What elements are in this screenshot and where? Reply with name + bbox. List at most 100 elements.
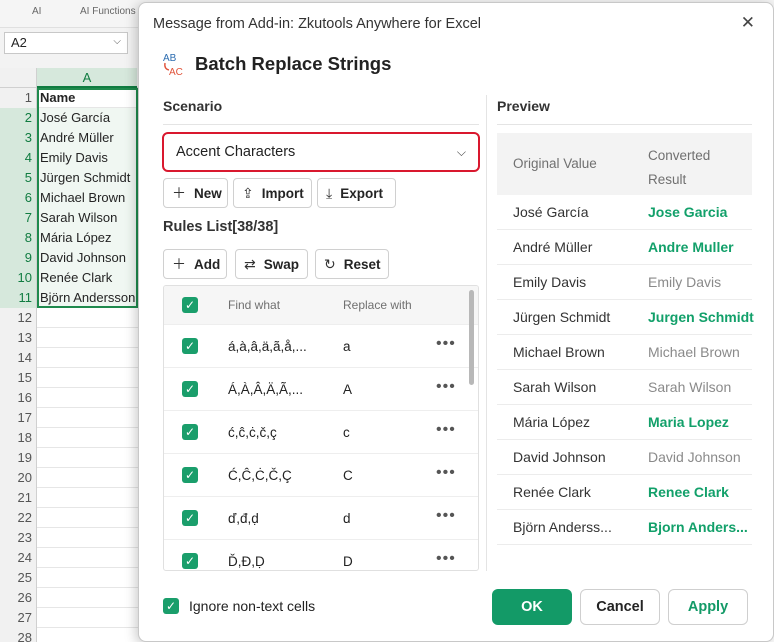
rules-scrollbar[interactable]: [469, 290, 474, 385]
rule-checkbox[interactable]: ✓: [182, 467, 198, 483]
row-number[interactable]: 9: [0, 248, 37, 268]
cell-a4[interactable]: Emily Davis: [38, 148, 138, 168]
cell-a23[interactable]: [38, 528, 138, 548]
cell-a16[interactable]: [38, 388, 138, 408]
rule-checkbox[interactable]: ✓: [182, 338, 198, 354]
cell-a22[interactable]: [38, 508, 138, 528]
swap-button[interactable]: ⇄ Swap: [235, 249, 308, 279]
row-number[interactable]: 28: [0, 628, 37, 642]
row-number[interactable]: 14: [0, 348, 37, 368]
row-number[interactable]: 15: [0, 368, 37, 388]
ribbon-tab-ai[interactable]: AI: [32, 6, 41, 17]
more-options-icon[interactable]: •••: [436, 335, 456, 353]
rule-checkbox[interactable]: ✓: [182, 510, 198, 526]
rule-find-what[interactable]: Ď,Đ,Ḍ: [228, 554, 265, 569]
select-all-corner[interactable]: [0, 68, 37, 88]
row-number[interactable]: 23: [0, 528, 37, 548]
cell-a12[interactable]: [38, 308, 138, 328]
rule-replace-with[interactable]: a: [343, 339, 351, 354]
row-number[interactable]: 12: [0, 308, 37, 328]
ok-button[interactable]: OK: [492, 589, 572, 625]
cell-a20[interactable]: [38, 468, 138, 488]
rule-replace-with[interactable]: D: [343, 554, 353, 569]
cell-a5[interactable]: Jürgen Schmidt: [38, 168, 138, 188]
rule-replace-with[interactable]: c: [343, 425, 350, 440]
more-options-icon[interactable]: •••: [436, 507, 456, 525]
row-number[interactable]: 1: [0, 88, 37, 108]
apply-button[interactable]: Apply: [668, 589, 748, 625]
cancel-button[interactable]: Cancel: [580, 589, 660, 625]
row-number[interactable]: 7: [0, 208, 37, 228]
row-number[interactable]: 26: [0, 588, 37, 608]
cell-a28[interactable]: [38, 628, 138, 642]
row-number[interactable]: 5: [0, 168, 37, 188]
cell-a1[interactable]: Name: [38, 88, 138, 108]
cell-a24[interactable]: [38, 548, 138, 568]
rule-find-what[interactable]: ď,đ,ḍ: [228, 511, 259, 526]
row-number[interactable]: 18: [0, 428, 37, 448]
cell-a11[interactable]: Björn Andersson: [38, 288, 138, 308]
cell-a13[interactable]: [38, 328, 138, 348]
new-scenario-button[interactable]: ＋ New: [163, 178, 228, 208]
cell-a3[interactable]: André Müller: [38, 128, 138, 148]
more-options-icon[interactable]: •••: [436, 550, 456, 568]
cell-a10[interactable]: Renée Clark: [38, 268, 138, 288]
more-options-icon[interactable]: •••: [436, 421, 456, 439]
rule-find-what[interactable]: Ć,Ĉ,Ċ,Č,Ç: [228, 468, 292, 483]
cell-a19[interactable]: [38, 448, 138, 468]
row-number[interactable]: 13: [0, 328, 37, 348]
rule-replace-with[interactable]: A: [343, 382, 352, 397]
cell-a14[interactable]: [38, 348, 138, 368]
row-number[interactable]: 17: [0, 408, 37, 428]
row-number[interactable]: 24: [0, 548, 37, 568]
rule-replace-with[interactable]: C: [343, 468, 353, 483]
row-number[interactable]: 8: [0, 228, 37, 248]
cell-a26[interactable]: [38, 588, 138, 608]
cell-a25[interactable]: [38, 568, 138, 588]
scenario-dropdown[interactable]: Accent Characters ⌵: [162, 132, 480, 172]
rule-checkbox[interactable]: ✓: [182, 424, 198, 440]
row-number[interactable]: 6: [0, 188, 37, 208]
row-number[interactable]: 4: [0, 148, 37, 168]
rule-find-what[interactable]: Á,À,Â,Ä,Ã,...: [228, 382, 303, 397]
rule-find-what[interactable]: ć,ĉ,ċ,č,ç: [228, 425, 277, 440]
cell-a17[interactable]: [38, 408, 138, 428]
import-button[interactable]: ⇪ Import: [233, 178, 312, 208]
close-icon[interactable]: ✕: [741, 13, 755, 33]
row-number[interactable]: 11: [0, 288, 37, 308]
cell-a9[interactable]: David Johnson: [38, 248, 138, 268]
cell-a21[interactable]: [38, 488, 138, 508]
row-number[interactable]: 19: [0, 448, 37, 468]
ignore-non-text-checkbox[interactable]: ✓ Ignore non-text cells: [163, 598, 315, 614]
cell-a6[interactable]: Michael Brown: [38, 188, 138, 208]
row-number[interactable]: 10: [0, 268, 37, 288]
rule-checkbox[interactable]: ✓: [182, 553, 198, 569]
row-number[interactable]: 20: [0, 468, 37, 488]
cell-a8[interactable]: Mária López: [38, 228, 138, 248]
row-number[interactable]: 27: [0, 608, 37, 628]
row-number[interactable]: 21: [0, 488, 37, 508]
rule-replace-with[interactable]: d: [343, 511, 351, 526]
name-box[interactable]: A2 ⌵: [4, 32, 128, 54]
more-options-icon[interactable]: •••: [436, 378, 456, 396]
cell-a2[interactable]: José García: [38, 108, 138, 128]
cell-a27[interactable]: [38, 608, 138, 628]
select-all-rules-checkbox[interactable]: ✓: [182, 297, 198, 313]
export-button[interactable]: ⤓ Export: [317, 178, 396, 208]
row-number[interactable]: 2: [0, 108, 37, 128]
rule-checkbox[interactable]: ✓: [182, 381, 198, 397]
row-number[interactable]: 16: [0, 388, 37, 408]
more-options-icon[interactable]: •••: [436, 464, 456, 482]
cell-a15[interactable]: [38, 368, 138, 388]
cell-a18[interactable]: [38, 428, 138, 448]
add-rule-button[interactable]: ＋ Add: [163, 249, 227, 279]
column-header-a[interactable]: A: [37, 68, 137, 88]
row-number[interactable]: 25: [0, 568, 37, 588]
cell-a7[interactable]: Sarah Wilson: [38, 208, 138, 228]
preview-table: Original Value Converted Result José Gar…: [497, 133, 754, 547]
row-number[interactable]: 22: [0, 508, 37, 528]
rule-find-what[interactable]: á,à,â,ä,ã,å,...: [228, 339, 307, 354]
ribbon-tab-ai-functions[interactable]: AI Functions: [80, 6, 136, 17]
row-number[interactable]: 3: [0, 128, 37, 148]
reset-button[interactable]: ↻ Reset: [315, 249, 389, 279]
